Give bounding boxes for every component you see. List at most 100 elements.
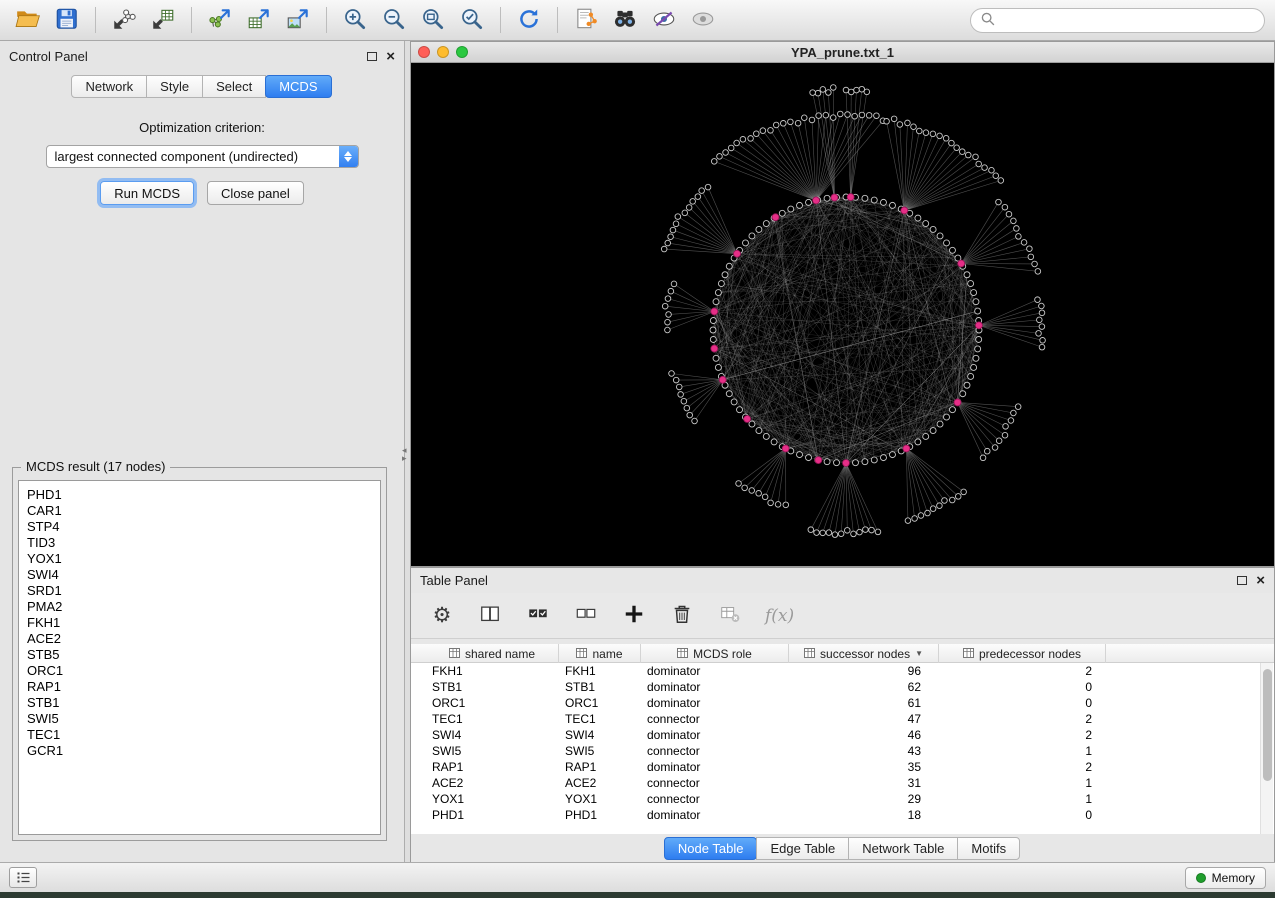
table-row[interactable]: PHD1PHD1dominator180 bbox=[411, 807, 1260, 823]
search-input[interactable] bbox=[1002, 13, 1256, 28]
share-document-icon bbox=[573, 6, 599, 35]
gear-icon: ⚙ bbox=[433, 605, 452, 626]
table-row[interactable]: TEC1TEC1connector472 bbox=[411, 711, 1260, 727]
open-folder-button[interactable] bbox=[10, 4, 46, 36]
toolbar-separator bbox=[557, 7, 558, 33]
close-panel-button[interactable]: Close panel bbox=[207, 181, 304, 205]
table-icon bbox=[576, 647, 587, 661]
mcds-node-item[interactable]: STP4 bbox=[27, 519, 372, 535]
export-table-icon bbox=[246, 6, 272, 35]
float-table-panel-icon[interactable] bbox=[1237, 576, 1247, 585]
column-label: MCDS role bbox=[693, 647, 752, 661]
table-row[interactable]: ORC1ORC1dominator610 bbox=[411, 695, 1260, 711]
select-all-button[interactable] bbox=[525, 603, 551, 629]
gear-button[interactable]: ⚙ bbox=[429, 603, 455, 629]
table-row[interactable]: YOX1YOX1connector291 bbox=[411, 791, 1260, 807]
cell-role: dominator bbox=[641, 808, 789, 822]
mcds-node-item[interactable]: SWI5 bbox=[27, 711, 372, 727]
add-row-button[interactable] bbox=[621, 603, 647, 629]
optimization-criterion-dropdown[interactable]: largest connected component (undirected) bbox=[46, 145, 359, 168]
zoom-selected-button[interactable] bbox=[454, 4, 490, 36]
table-header-row: shared name name MCDS role successor nodes▼… bbox=[411, 644, 1274, 663]
memory-button[interactable]: Memory bbox=[1185, 867, 1266, 889]
mcds-node-item[interactable]: YOX1 bbox=[27, 551, 372, 567]
cell-predecessors: 2 bbox=[939, 728, 1106, 742]
import-table-button[interactable] bbox=[145, 4, 181, 36]
table-row[interactable]: RAP1RAP1dominator352 bbox=[411, 759, 1260, 775]
import-network-button[interactable] bbox=[106, 4, 142, 36]
mcds-node-item[interactable]: GCR1 bbox=[27, 743, 372, 759]
mcds-tab-content: Optimization criterion: largest connecte… bbox=[0, 106, 404, 205]
table-panel-tabs: Node TableEdge TableNetwork TableMotifs bbox=[411, 834, 1274, 863]
column-header-shared-name[interactable]: shared name bbox=[426, 644, 559, 663]
mcds-node-item[interactable]: STB5 bbox=[27, 647, 372, 663]
save-button[interactable] bbox=[49, 4, 85, 36]
table-row[interactable]: STB1STB1dominator620 bbox=[411, 679, 1260, 695]
clear-selection-button[interactable] bbox=[573, 603, 599, 629]
mcds-node-item[interactable]: SWI4 bbox=[27, 567, 372, 583]
tab-network-table[interactable]: Network Table bbox=[848, 837, 958, 860]
delete-table-button[interactable] bbox=[717, 603, 743, 629]
table-row[interactable]: SWI4SWI4dominator462 bbox=[411, 727, 1260, 743]
export-image-button[interactable] bbox=[280, 4, 316, 36]
tab-mcds[interactable]: MCDS bbox=[265, 75, 331, 98]
tab-select[interactable]: Select bbox=[202, 75, 266, 98]
dropdown-selected-value: largest connected component (undirected) bbox=[47, 149, 339, 164]
zoom-in-button[interactable] bbox=[337, 4, 373, 36]
mcds-node-item[interactable]: SRD1 bbox=[27, 583, 372, 599]
mcds-node-item[interactable]: RAP1 bbox=[27, 679, 372, 695]
export-network-button[interactable] bbox=[202, 4, 238, 36]
tab-motifs[interactable]: Motifs bbox=[957, 837, 1020, 860]
share-document-button[interactable] bbox=[568, 4, 604, 36]
binoculars-button[interactable] bbox=[607, 4, 643, 36]
mcds-result-list[interactable]: PHD1CAR1STP4TID3YOX1SWI4SRD1PMA2FKH1ACE2… bbox=[18, 480, 381, 835]
table-row[interactable]: ACE2ACE2connector311 bbox=[411, 775, 1260, 791]
table-row[interactable]: FKH1FKH1dominator962 bbox=[411, 663, 1260, 679]
column-header-name[interactable]: name bbox=[559, 644, 641, 663]
run-mcds-button[interactable]: Run MCDS bbox=[100, 181, 194, 205]
mcds-node-item[interactable]: STB1 bbox=[27, 695, 372, 711]
mcds-node-item[interactable]: TID3 bbox=[27, 535, 372, 551]
refresh-button[interactable] bbox=[511, 4, 547, 36]
table-icon bbox=[449, 647, 460, 661]
tab-edge-table[interactable]: Edge Table bbox=[756, 837, 849, 860]
tab-style[interactable]: Style bbox=[146, 75, 203, 98]
column-header-successor-nodes[interactable]: successor nodes▼ bbox=[789, 644, 939, 663]
split-columns-button[interactable] bbox=[477, 603, 503, 629]
scrollbar-thumb[interactable] bbox=[1263, 669, 1272, 781]
mcds-node-item[interactable]: PHD1 bbox=[27, 487, 372, 503]
hide-details-button[interactable] bbox=[685, 4, 721, 36]
float-window-icon[interactable] bbox=[367, 52, 377, 61]
export-table-button[interactable] bbox=[241, 4, 277, 36]
close-panel-icon[interactable]: × bbox=[386, 49, 395, 64]
status-menu-button[interactable] bbox=[9, 867, 37, 888]
show-details-button[interactable] bbox=[646, 4, 682, 36]
cell-shared_name: ACE2 bbox=[426, 776, 559, 790]
tab-node-table[interactable]: Node Table bbox=[664, 837, 758, 860]
tab-network[interactable]: Network bbox=[71, 75, 147, 98]
table-scrollbar[interactable] bbox=[1260, 663, 1273, 834]
close-table-panel-icon[interactable]: × bbox=[1256, 573, 1265, 588]
table-row[interactable]: SWI5SWI5connector431 bbox=[411, 743, 1260, 759]
zoom-fit-button[interactable] bbox=[415, 4, 451, 36]
mcds-node-item[interactable]: PMA2 bbox=[27, 599, 372, 615]
column-header-MCDS-role[interactable]: MCDS role bbox=[641, 644, 789, 663]
zoom-out-button[interactable] bbox=[376, 4, 412, 36]
mcds-node-item[interactable]: TEC1 bbox=[27, 727, 372, 743]
splitter-handle-icon[interactable]: ◂▸ bbox=[402, 446, 407, 462]
network-window-titlebar[interactable]: YPA_prune.txt_1 bbox=[411, 42, 1274, 63]
search-box[interactable] bbox=[970, 8, 1265, 33]
cell-role: connector bbox=[641, 744, 789, 758]
mcds-node-item[interactable]: ORC1 bbox=[27, 663, 372, 679]
mcds-node-item[interactable]: CAR1 bbox=[27, 503, 372, 519]
mcds-node-item[interactable]: ACE2 bbox=[27, 631, 372, 647]
delete-row-button[interactable] bbox=[669, 603, 695, 629]
show-details-icon bbox=[651, 6, 677, 35]
column-label: shared name bbox=[465, 647, 535, 661]
mcds-node-item[interactable]: FKH1 bbox=[27, 615, 372, 631]
cell-role: dominator bbox=[641, 760, 789, 774]
network-canvas[interactable] bbox=[411, 63, 1274, 566]
function-builder-button[interactable]: f(x) bbox=[765, 606, 794, 626]
column-header-predecessor-nodes[interactable]: predecessor nodes bbox=[939, 644, 1106, 663]
cell-name: ORC1 bbox=[559, 696, 641, 710]
